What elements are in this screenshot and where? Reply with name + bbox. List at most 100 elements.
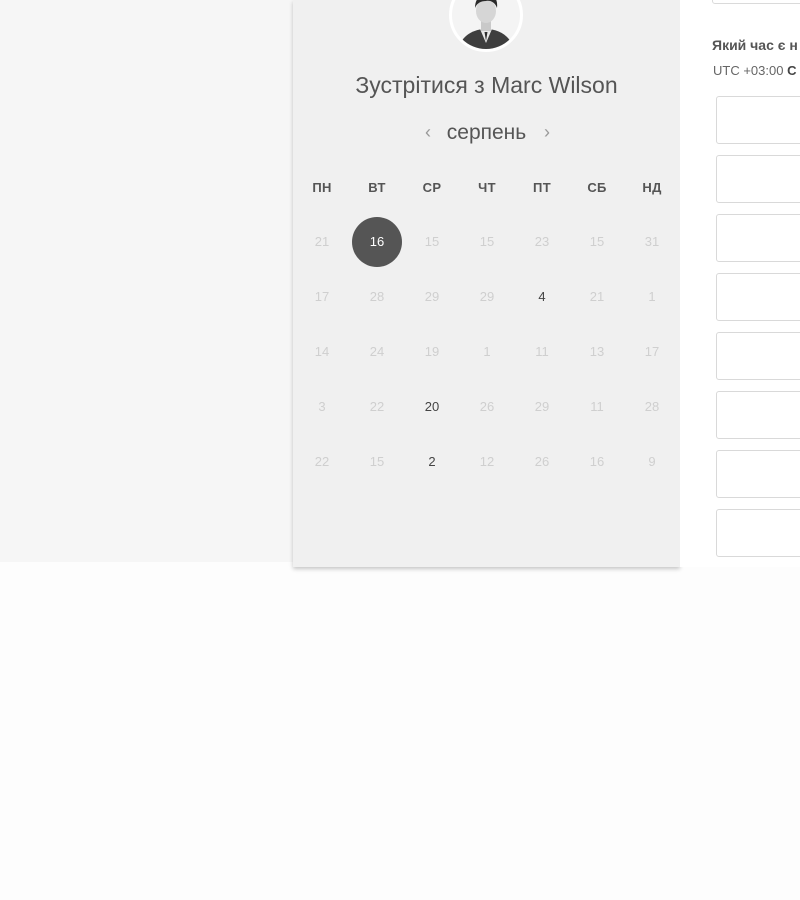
time-slot-button[interactable] — [716, 391, 800, 439]
calendar-day-number: 2 — [428, 454, 436, 469]
calendar-day-number: 22 — [314, 454, 330, 469]
person-portrait-icon — [452, 0, 520, 49]
calendar-day: 15 — [405, 214, 459, 269]
calendar-day-number: 29 — [424, 289, 440, 304]
calendar-day-number: 11 — [535, 344, 549, 359]
calendar-day-number: 23 — [534, 234, 550, 249]
calendar-day: 16 — [570, 434, 624, 489]
calendar-day[interactable]: 2 — [405, 434, 459, 489]
calendar-day-number: 19 — [424, 344, 440, 359]
calendar-day-number: 11 — [590, 399, 604, 414]
calendar-day: 15 — [460, 214, 514, 269]
calendar-day: 13 — [570, 324, 624, 379]
calendar-day-number: 17 — [314, 289, 330, 304]
time-slot-button[interactable] — [716, 96, 800, 144]
calendar-day: 19 — [405, 324, 459, 379]
calendar-day: 3 — [295, 379, 349, 434]
time-slot-button[interactable] — [716, 450, 800, 498]
month-label: серпень — [446, 121, 527, 144]
calendar-day-number: 20 — [424, 399, 440, 414]
calendar-day: 12 — [460, 434, 514, 489]
left-panel — [0, 0, 293, 562]
calendar-day: 21 — [295, 214, 349, 269]
calendar-day: 1 — [625, 269, 679, 324]
weekday-label: НД — [642, 180, 662, 195]
calendar-day: 9 — [625, 434, 679, 489]
host-avatar — [449, 0, 523, 52]
time-slot-button[interactable] — [716, 214, 800, 262]
calendar-day-number: 28 — [644, 399, 660, 414]
calendar-day-number: 31 — [644, 234, 660, 249]
calendar-day: 31 — [625, 214, 679, 269]
calendar-day: 29 — [515, 379, 569, 434]
calendar-day-number: 9 — [648, 454, 656, 469]
calendar-day-number: 15 — [479, 234, 495, 249]
calendar-day: 26 — [515, 434, 569, 489]
calendar-day-number: 13 — [589, 344, 605, 359]
calendar-day-number: 15 — [424, 234, 440, 249]
calendar-day-number: 26 — [479, 399, 495, 414]
page-background — [0, 565, 800, 900]
calendar-day: 15 — [350, 434, 404, 489]
calendar-day: 17 — [295, 269, 349, 324]
weekday-label: ВТ — [368, 180, 386, 195]
timezone-name: С — [787, 63, 797, 78]
calendar-day: 21 — [570, 269, 624, 324]
calendar-day: 22 — [295, 434, 349, 489]
calendar-day-number: 3 — [318, 399, 326, 414]
meeting-title: Зустрітися з Marc Wilson — [293, 72, 680, 99]
calendar-day: 23 — [515, 214, 569, 269]
time-slot-button[interactable] — [716, 273, 800, 321]
calendar-day: 17 — [625, 324, 679, 379]
host-name: Marc Wilson — [491, 72, 618, 98]
calendar-day: 14 — [295, 324, 349, 379]
calendar-day[interactable]: 4 — [515, 269, 569, 324]
calendar-day: 22 — [350, 379, 404, 434]
weekday-label: ПТ — [533, 180, 551, 195]
calendar-day: 28 — [625, 379, 679, 434]
time-slot-button[interactable] — [716, 509, 800, 557]
calendar-day: 29 — [405, 269, 459, 324]
time-selection-panel: Який час є н UTC +03:00 С — [680, 0, 800, 567]
calendar-day-number: 21 — [589, 289, 605, 304]
calendar-day-number: 26 — [534, 454, 550, 469]
calendar-day-number: 15 — [369, 454, 385, 469]
calendar-day: 26 — [460, 379, 514, 434]
calendar-day-number: 12 — [479, 454, 495, 469]
calendar-day-number: 28 — [369, 289, 385, 304]
calendar-day: 11 — [515, 324, 569, 379]
next-month-chevron-icon[interactable]: › — [536, 119, 558, 145]
top-input-field[interactable] — [712, 0, 800, 4]
calendar-day-number: 17 — [644, 344, 660, 359]
meeting-title-prefix: Зустрітися з — [355, 72, 492, 98]
prev-month-chevron-icon[interactable]: ‹ — [417, 119, 439, 145]
time-slot-button[interactable] — [716, 332, 800, 380]
calendar-day-number: 1 — [648, 289, 656, 304]
calendar-day-number: 29 — [479, 289, 495, 304]
time-slot-button[interactable] — [716, 155, 800, 203]
calendar-day-selected[interactable]: 16 — [350, 214, 404, 269]
calendar-day[interactable]: 20 — [405, 379, 459, 434]
calendar-day-number: 4 — [538, 289, 546, 304]
calendar-days-grid: 21 16 15 15 23 15 31 17 28 29 29 4 21 1 14 24 19 1 11 13 17 3… — [295, 214, 680, 494]
calendar-day: 15 — [570, 214, 624, 269]
calendar-day: 28 — [350, 269, 404, 324]
calendar-day-number: 16 — [352, 216, 402, 267]
weekday-label: СБ — [587, 180, 607, 195]
timezone-selector[interactable]: UTC +03:00 С — [713, 63, 796, 78]
calendar-day: 24 — [350, 324, 404, 379]
calendar-day-number: 29 — [534, 399, 550, 414]
calendar-day-number: 24 — [369, 344, 385, 359]
calendar-day: 29 — [460, 269, 514, 324]
calendar-day-number: 21 — [314, 234, 330, 249]
calendar-day-number: 15 — [589, 234, 605, 249]
calendar-day-number: 14 — [314, 344, 330, 359]
booking-calendar-card: Зустрітися з Marc Wilson ‹ серпень › ПН В… — [293, 0, 680, 567]
time-question-heading: Який час є н — [712, 37, 798, 53]
weekday-header-row: ПН ВТ СР ЧТ ПТ СБ НД — [295, 180, 680, 200]
month-navigation: ‹ серпень › — [293, 119, 680, 147]
timezone-offset: UTC +03:00 — [713, 63, 788, 78]
calendar-day: 1 — [460, 324, 514, 379]
weekday-label: ПН — [312, 180, 332, 195]
calendar-day-number: 1 — [483, 344, 491, 359]
